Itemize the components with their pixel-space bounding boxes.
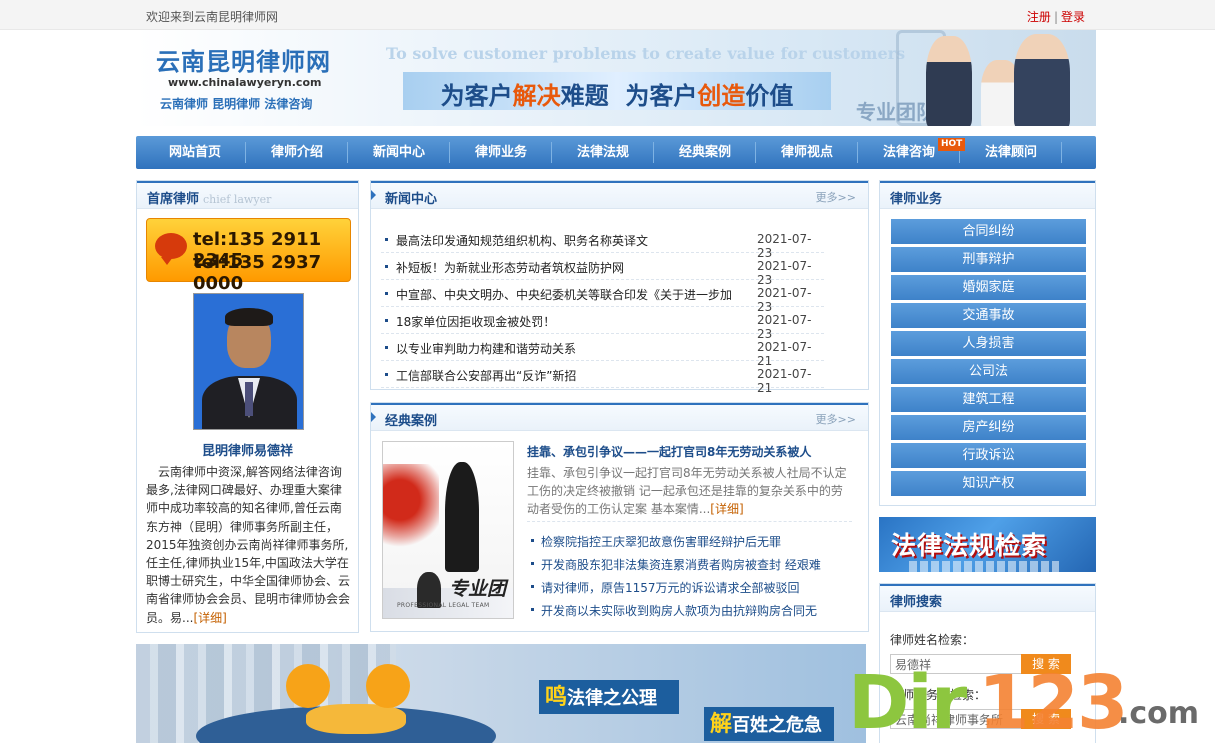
news-title[interactable]: 工信部联合公安部再出“反诈”新招 (396, 367, 736, 384)
auth-links: 注册 | 登录 (1026, 10, 1085, 24)
nav-home[interactable]: 网站首页 (144, 136, 246, 169)
news-title[interactable]: 18家单位因拒收现金被处罚！ (396, 313, 736, 330)
case-title[interactable]: 开发商股东犯非法集资连累消费者购房被查封 经艰难 (541, 556, 821, 573)
practice-ip[interactable]: 知识产权 (891, 471, 1086, 496)
panel-title: 经典案例 (385, 414, 438, 429)
panel-header: 新闻中心 更多>> (371, 181, 868, 209)
case-title[interactable]: 检察院指控王庆翠犯故意伤害罪经辩护后无罪 (541, 533, 781, 550)
news-title[interactable]: 以专业审判助力构建和谐劳动关系 (396, 340, 736, 357)
practice-criminal[interactable]: 刑事辩护 (891, 247, 1086, 272)
register-link[interactable]: 注册 (1027, 10, 1051, 24)
news-more-link[interactable]: 更多>> (816, 189, 856, 205)
promo-slogan-2: 解百姓之危急 (704, 707, 834, 741)
case-image-caption: 专业团 (449, 578, 507, 600)
news-item[interactable]: 以专业审判助力构建和谐劳动关系 2021-07-21 (381, 334, 824, 368)
news-item[interactable]: 中宣部、中央文明办、中央纪委机关等联合印发《关于进一步加 2021-07-23 (381, 280, 824, 314)
bottom-promo-banner[interactable]: 鸣法律之公理 解百姓之危急 (136, 644, 866, 743)
lawyer-detail-link[interactable]: [详细] (193, 611, 226, 625)
businessman-thumbs-up-image (1014, 34, 1070, 126)
case-summary: 挂靠、承包引争议一起打官司8年无劳动关系被人社局不认定工伤的决定终被撤销 记一起… (527, 466, 847, 516)
news-item[interactable]: 最高法印发通知规范组织机构、职务名称英译文 2021-07-23 (381, 226, 824, 260)
nav-viewpoints[interactable]: 律师视点 (756, 136, 858, 169)
news-list: 最高法印发通知规范组织机构、职务名称英译文 2021-07-23 补短板！为新就业… (381, 226, 824, 395)
main-nav: 网站首页 律师介绍 新闻中心 律师业务 法律法规 经典案例 律师视点 法律咨询 … (136, 136, 1096, 169)
panel-title: 律师业务 (890, 192, 943, 207)
slogan-chinese: 为客户解决难题 为客户创造价值 (440, 81, 794, 110)
chief-lawyer-panel: 首席律师 chief lawyer tel:135 2911 2345 tel:1… (136, 180, 359, 633)
nav-practice[interactable]: 律师业务 (450, 136, 552, 169)
panel-header: 律师搜索 (880, 584, 1095, 612)
nav-news[interactable]: 新闻中心 (348, 136, 450, 169)
news-title[interactable]: 最高法印发通知规范组织机构、职务名称英译文 (396, 232, 736, 249)
slogan-box: 为客户解决难题 为客户创造价值 (403, 72, 831, 110)
team-text: 专业团队 (856, 100, 936, 124)
panel-title: 律师搜索 (890, 595, 943, 610)
login-link[interactable]: 登录 (1061, 10, 1085, 24)
nav-laws[interactable]: 法律法规 (552, 136, 654, 169)
panel-header: 首席律师 chief lawyer (137, 181, 358, 209)
site-logo-title[interactable]: 云南昆明律师网 (156, 42, 331, 77)
news-title[interactable]: 中宣部、中央文明办、中央纪委机关等联合印发《关于进一步加 (396, 286, 736, 303)
panel-title: 首席律师 chief lawyer (147, 192, 272, 207)
site-url: www.chinalawyeryn.com (168, 76, 322, 89)
nav-cases[interactable]: 经典案例 (654, 136, 756, 169)
case-headline[interactable]: 挂靠、承包引争议——一起打官司8年无劳动关系被人 (527, 443, 811, 460)
cases-more-link[interactable]: 更多>> (816, 411, 856, 427)
law-banner-text: 法律法规检索 (891, 531, 1048, 560)
cases-panel: 经典案例 更多>> 专业团 PROFESSIONAL LEGAL TEAM 挂靠… (370, 402, 869, 632)
header-banner: 云南昆明律师网 www.chinalawyeryn.com 云南律师 昆明律师 … (136, 30, 1096, 126)
nav-lawyer-intro[interactable]: 律师介绍 (246, 136, 348, 169)
site-tags: 云南律师 昆明律师 法律咨询 (160, 97, 313, 111)
practice-company[interactable]: 公司法 (891, 359, 1086, 384)
promo-slogan-1: 鸣法律之公理 (539, 680, 679, 714)
news-item[interactable]: 18家单位因拒收现金被处罚！ 2021-07-23 (381, 307, 824, 341)
welcome-text: 欢迎来到云南昆明律师网 (146, 10, 279, 24)
panel-subtitle: chief lawyer (203, 193, 272, 206)
teamwork-figure-image (286, 664, 330, 708)
case-title[interactable]: 开发商以未实际收到购房人款项为由抗辩购房合同无 (541, 602, 817, 619)
case-item[interactable]: 请对律师，原告1157万元的诉讼请求全部被驳回 (527, 575, 847, 598)
name-search-label: 律师姓名检索： (890, 633, 975, 647)
practice-injury[interactable]: 人身损害 (891, 331, 1086, 356)
practice-construction[interactable]: 建筑工程 (891, 387, 1086, 412)
case-detail-link[interactable]: [详细] (710, 502, 743, 516)
news-title[interactable]: 补短板！为新就业形态劳动者筑权益防护网 (396, 259, 736, 276)
chat-bubble-icon (155, 233, 187, 265)
panel-header: 律师业务 (880, 181, 1095, 209)
news-item[interactable]: 补短板！为新就业形态劳动者筑权益防护网 2021-07-23 (381, 253, 824, 287)
slogan-english: To solve customer problems to create val… (386, 44, 906, 63)
phone-number-2: tel:135 2937 0000 (193, 252, 322, 294)
panel-title: 新闻中心 (385, 192, 438, 207)
news-date: 2021-07-21 (757, 367, 812, 395)
divider (527, 521, 852, 522)
news-panel: 新闻中心 更多>> 最高法印发通知规范组织机构、职务名称英译文 2021-07-2… (370, 180, 869, 395)
case-title[interactable]: 请对律师，原告1157万元的诉讼请求全部被驳回 (541, 579, 800, 596)
practice-areas-panel: 律师业务 合同纠纷 刑事辩护 婚姻家庭 交通事故 人身损害 公司法 建筑工程 房… (879, 180, 1096, 506)
businessman-image (926, 36, 972, 126)
triangle-icon (371, 412, 376, 422)
case-featured-image[interactable]: 专业团 PROFESSIONAL LEGAL TEAM (382, 441, 514, 619)
top-bar: 欢迎来到云南昆明律师网 注册 | 登录 (0, 0, 1215, 30)
lawyer-name[interactable]: 昆明律师易德祥 (137, 440, 358, 459)
lawyer-bio: 云南律师中资深,解答网络法律咨询最多,法律网口碑最好、办理重大案律师中成功率较高… (146, 465, 351, 625)
panel-header: 经典案例 更多>> (371, 403, 868, 431)
nav-counsel[interactable]: 法律顾问 (960, 136, 1062, 169)
case-item[interactable]: 开发商股东犯非法集资连累消费者购房被查封 经艰难 (527, 552, 847, 575)
case-list: 检察院指控王庆翠犯故意伤害罪经辩护后无罪 开发商股东犯非法集资连累消费者购房被查… (527, 529, 847, 621)
practice-traffic[interactable]: 交通事故 (891, 303, 1086, 328)
lawyer-photo[interactable] (193, 293, 304, 430)
practice-family[interactable]: 婚姻家庭 (891, 275, 1086, 300)
case-image-subcaption: PROFESSIONAL LEGAL TEAM (397, 602, 490, 609)
news-item[interactable]: 工信部联合公安部再出“反诈”新招 2021-07-21 (381, 361, 824, 395)
case-item[interactable]: 检察院指控王庆翠犯故意伤害罪经辩护后无罪 (527, 529, 847, 552)
practice-property[interactable]: 房产纠纷 (891, 415, 1086, 440)
hot-badge: HOT (938, 138, 966, 151)
case-item[interactable]: 开发商以未实际收到购房人款项为由抗辩购房合同无 (527, 598, 847, 621)
law-search-banner[interactable]: 法律法规检索 (879, 517, 1096, 572)
phone-banner[interactable]: tel:135 2911 2345 tel:135 2937 0000 (146, 218, 351, 294)
practice-contract[interactable]: 合同纠纷 (891, 219, 1086, 244)
practice-administrative[interactable]: 行政诉讼 (891, 443, 1086, 468)
triangle-icon (371, 190, 376, 200)
